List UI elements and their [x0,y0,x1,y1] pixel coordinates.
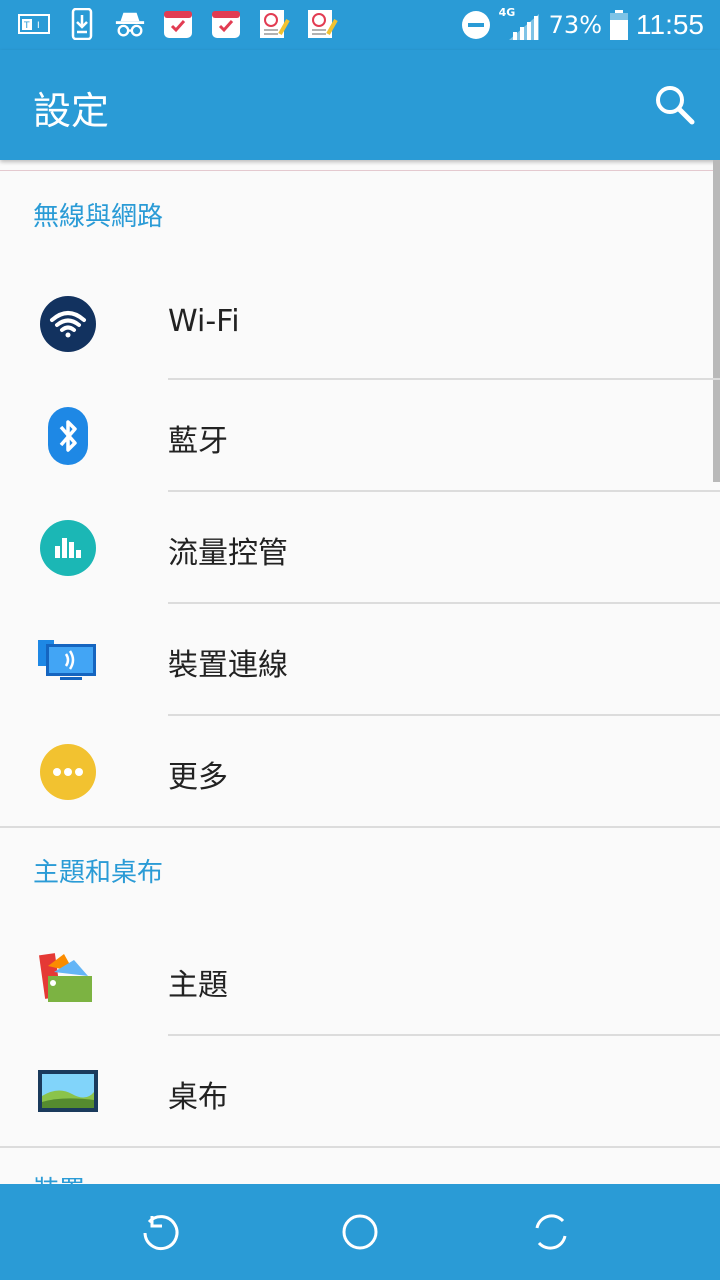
back-icon [143,1215,179,1251]
home-button[interactable] [336,1208,384,1256]
settings-item-themes[interactable]: 主題 [0,924,720,1036]
section-header-device: 裝置 [33,1170,85,1184]
settings-item-label: 流量控管 [168,536,288,571]
section-divider [0,1146,720,1148]
page-title: 設定 [33,89,110,133]
device-connection-icon [38,630,98,690]
settings-item-label: 藍牙 [168,424,228,459]
divider [0,170,720,171]
calendar-check-icon [162,8,194,40]
settings-item-bluetooth[interactable]: 藍牙 [0,380,720,492]
incognito-icon [114,8,146,40]
system-status: 4G 73% 11:55 [461,6,704,44]
do-not-disturb-icon [461,11,490,39]
settings-item-device-connection[interactable]: 裝置連線 [0,604,720,716]
home-icon [342,1214,378,1250]
section-header-themes: 主題和桌布 [33,858,164,888]
section-divider [0,826,720,828]
search-icon [656,86,695,125]
section-header-wireless: 無線與網路 [33,202,164,232]
t-box-icon: TI [18,8,50,40]
search-button[interactable] [650,80,698,128]
status-bar: TI 4G 73% 11:55 [0,0,720,50]
bluetooth-icon [38,406,98,466]
recent-apps-button[interactable] [527,1208,575,1256]
settings-item-label: 裝置連線 [168,648,288,683]
wifi-icon [38,294,98,354]
settings-item-wallpaper[interactable]: 桌布 [0,1036,720,1148]
battery-icon [610,10,628,40]
settings-item-label: 主題 [168,968,228,1003]
notepad-icon [306,8,338,40]
back-button[interactable] [136,1208,184,1256]
notepad-icon [258,8,290,40]
settings-item-label: Wi-Fi [168,304,240,339]
calendar-check-icon [210,8,242,40]
settings-item-data-usage[interactable]: 流量控管 [0,492,720,604]
settings-item-wifi[interactable]: Wi-Fi [0,268,720,380]
clock: 11:55 [636,9,704,40]
data-usage-icon [38,518,98,578]
notification-icons: TI [18,8,338,40]
more-icon [38,742,98,802]
settings-item-more[interactable]: 更多 [0,716,720,828]
battery-percent: 73% [548,11,602,39]
wallpaper-icon [38,1062,98,1122]
signal-icon [508,14,539,40]
recent-apps-icon [535,1214,567,1250]
svg-text:T: T [23,21,30,31]
network-type-icon: 4G [499,6,541,44]
navigation-bar [0,1184,720,1280]
download-phone-icon [66,8,98,40]
themes-icon [38,950,98,1010]
settings-item-label: 桌布 [168,1080,228,1115]
svg-text:I: I [37,21,40,31]
settings-list[interactable]: 無線與網路 Wi-Fi 藍牙 流量控管 裝置連線 更多 主題和桌布 主題 桌布 [0,160,720,1184]
app-bar: 設定 [0,50,720,160]
settings-item-label: 更多 [168,760,228,795]
